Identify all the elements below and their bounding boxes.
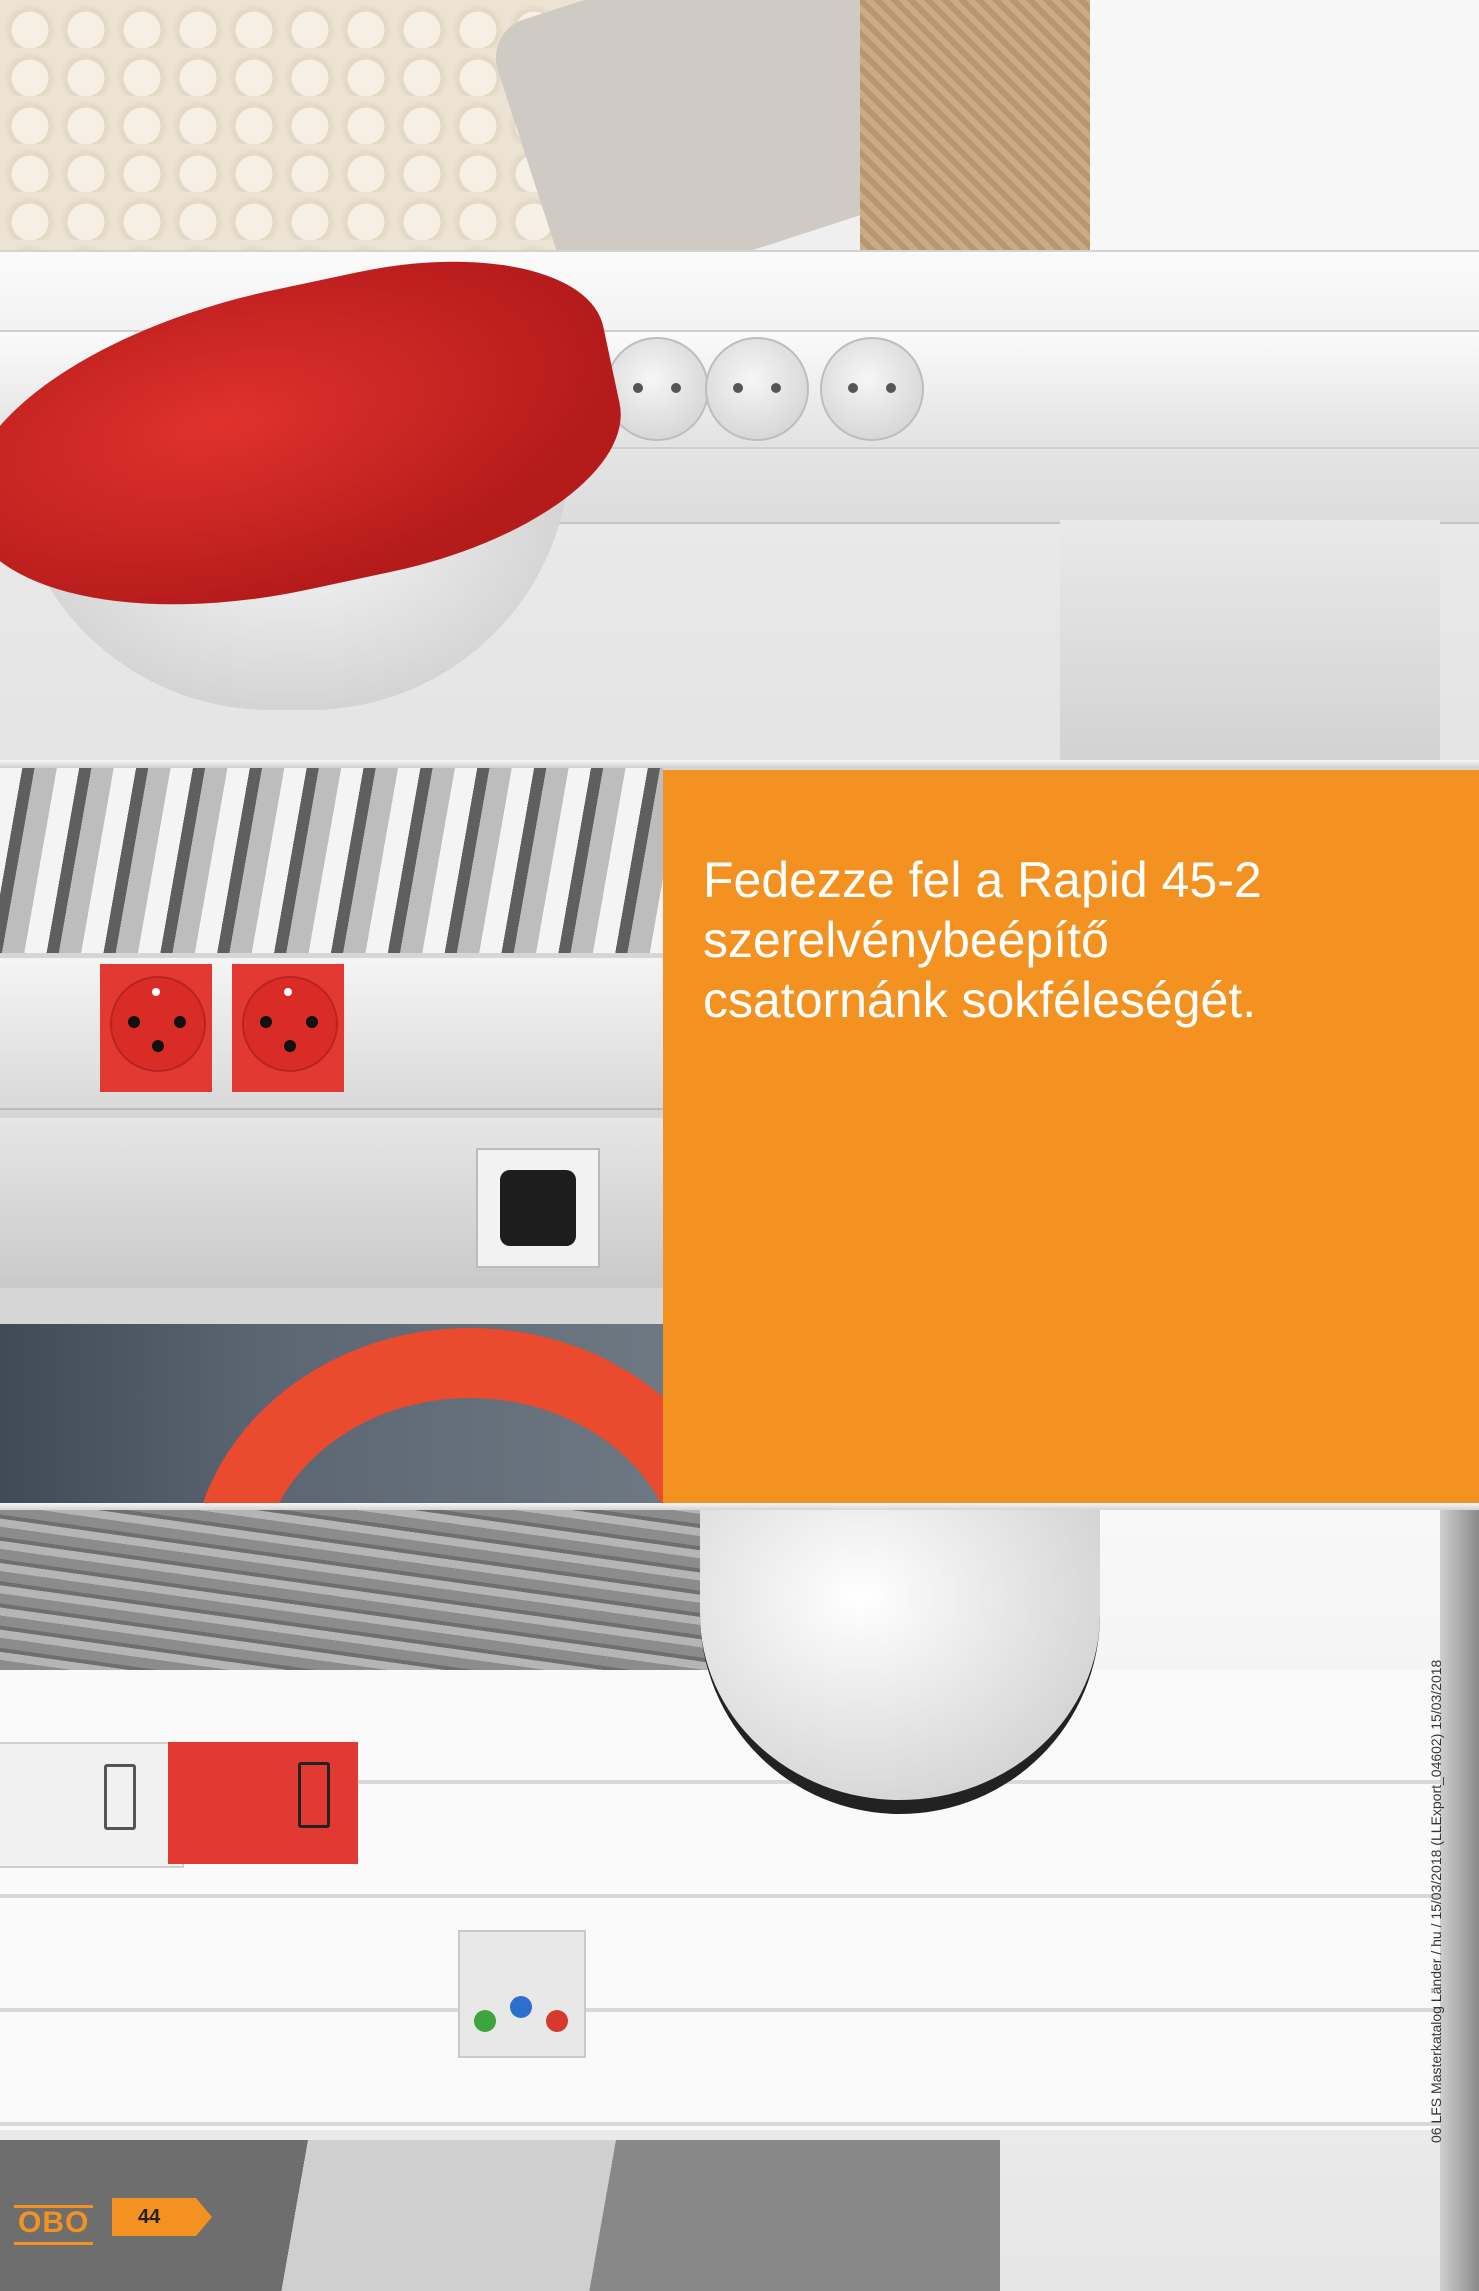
- page-number-badge: 44: [112, 2198, 212, 2236]
- uk-socket-red: [168, 1742, 358, 1864]
- schuko-socket: [820, 337, 924, 441]
- schuko-socket: [605, 337, 709, 441]
- headline-text: Fedezze fel a Rapid 45-2 szerelvénybeépí…: [703, 850, 1403, 1030]
- av-connector-plate: [458, 1930, 586, 2058]
- photo-band-top: [0, 0, 1479, 760]
- french-socket-red: [232, 964, 344, 1092]
- edge-strip-image: [1440, 1510, 1479, 2291]
- headline-line-2: szerelvénybeépítő: [703, 912, 1109, 968]
- uk-socket-white: [0, 1742, 184, 1868]
- french-socket-face: [242, 976, 338, 1072]
- band-separator: [0, 760, 1479, 768]
- folded-paper-image: [0, 768, 663, 953]
- headline-box: Fedezze fel a Rapid 45-2 szerelvénybeépí…: [663, 770, 1479, 1505]
- photo-band-bottom: [0, 1510, 1479, 2291]
- xlr-connector: [476, 1148, 600, 1268]
- french-socket-red: [100, 964, 212, 1092]
- schuko-socket: [705, 337, 809, 441]
- switch-rocker: [104, 1764, 136, 1830]
- headline-line-1: Fedezze fel a Rapid 45-2: [703, 852, 1262, 908]
- vertical-print-note: 06 LFS Masterkatalog Länder / hu / 15/03…: [1428, 1659, 1444, 2143]
- burlap-fabric-image: [860, 0, 1090, 250]
- white-wall-image: [1090, 0, 1479, 250]
- switch-rocker: [298, 1762, 330, 1828]
- french-socket-face: [110, 976, 206, 1072]
- table-leg-image: [1060, 520, 1440, 760]
- headline-line-3: csatornánk sokféleségét.: [703, 972, 1257, 1028]
- obo-logo: OBO: [14, 2205, 94, 2245]
- white-trunking-wall: [0, 1670, 1440, 2130]
- page-number: 44: [138, 2206, 161, 2228]
